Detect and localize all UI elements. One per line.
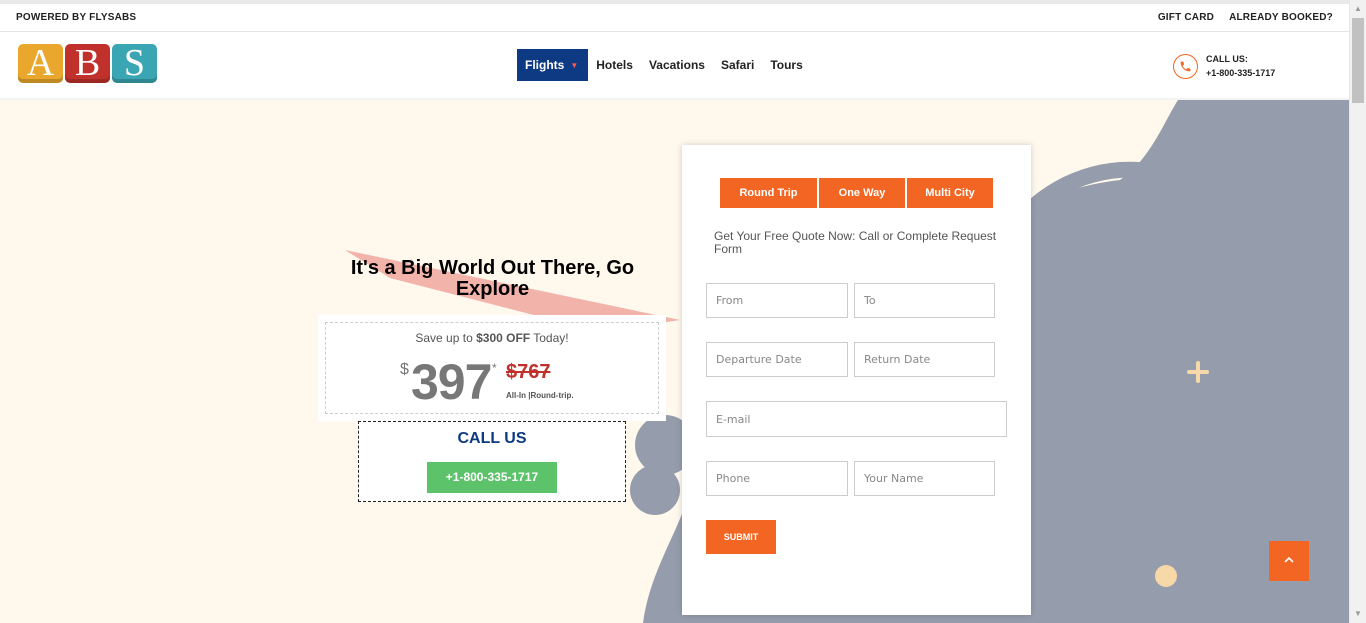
call-us-box: CALL US +1-800-335-1717 xyxy=(358,421,626,502)
abs-logo[interactable]: A B S xyxy=(18,44,157,83)
phone-input[interactable] xyxy=(706,461,848,496)
scrollbar-thumb[interactable] xyxy=(1352,18,1364,103)
save-text: Save up to $300 OFF Today! xyxy=(326,331,658,345)
logo-letter-s: S xyxy=(112,44,157,83)
call-us-title: CALL US xyxy=(457,430,527,447)
currency-symbol: $ xyxy=(400,361,409,378)
to-input[interactable] xyxy=(854,283,995,318)
call-us-label: CALL US: xyxy=(1206,54,1248,64)
caret-down-icon: ▼ xyxy=(570,60,579,70)
price-note: All-In |Round-trip. xyxy=(506,391,574,400)
site-header: A B S Flights ▼ Hotels Vacations Safari T… xyxy=(0,32,1349,100)
deal-box: Save up to $300 OFF Today! $ 397 * $767 … xyxy=(318,315,666,421)
header-call[interactable]: CALL US: +1-800-335-1717 xyxy=(1173,52,1275,80)
form-hint: Get Your Free Quote Now: Call or Complet… xyxy=(714,229,997,256)
logo-letter-a: A xyxy=(18,44,63,83)
nav-item-vacations[interactable]: Vacations xyxy=(641,49,713,81)
scroll-up-arrow-icon[interactable]: ▲ xyxy=(1350,2,1366,16)
page-scrollbar[interactable]: ▲ ▼ xyxy=(1349,0,1366,623)
phone-icon xyxy=(1173,53,1198,79)
back-to-top-button[interactable] xyxy=(1269,541,1309,581)
trip-type-tabs: Round Trip One Way Multi City xyxy=(720,178,993,208)
quote-form: Round Trip One Way Multi City Get Your F… xyxy=(682,145,1031,615)
nav-item-safari[interactable]: Safari xyxy=(713,49,762,81)
nav-item-tours[interactable]: Tours xyxy=(762,49,810,81)
departure-date-input[interactable] xyxy=(706,342,848,377)
submit-button[interactable]: SUBMIT xyxy=(706,520,776,554)
return-date-input[interactable] xyxy=(854,342,995,377)
tab-round-trip[interactable]: Round Trip xyxy=(720,178,817,208)
nav-item-label: Flights xyxy=(525,58,565,72)
save-prefix: Save up to xyxy=(415,331,477,345)
nav-item-flights[interactable]: Flights ▼ xyxy=(517,49,589,81)
tab-multi-city[interactable]: Multi City xyxy=(907,178,993,208)
hero-section: It's a Big World Out There, Go Explore S… xyxy=(0,100,1349,623)
hero-headline: It's a Big World Out There, Go Explore xyxy=(350,257,635,300)
already-booked-link[interactable]: ALREADY BOOKED? xyxy=(1229,12,1333,23)
call-us-number: +1-800-335-1717 xyxy=(1206,68,1276,78)
nav-item-hotels[interactable]: Hotels xyxy=(588,49,641,81)
powered-by-text: POWERED BY FLYSABS xyxy=(16,12,137,23)
tab-one-way[interactable]: One Way xyxy=(819,178,905,208)
save-suffix: Today! xyxy=(530,331,569,345)
logo-letter-b: B xyxy=(65,44,110,83)
old-price: $767 xyxy=(506,361,551,383)
gift-card-link[interactable]: GIFT CARD xyxy=(1158,12,1214,23)
main-nav: Flights ▼ Hotels Vacations Safari Tours xyxy=(517,49,811,81)
scroll-down-arrow-icon[interactable]: ▼ xyxy=(1350,607,1366,621)
top-links: GIFT CARD ALREADY BOOKED? xyxy=(1158,12,1333,23)
top-bar: POWERED BY FLYSABS GIFT CARD ALREADY BOO… xyxy=(0,0,1349,32)
chevron-up-icon xyxy=(1284,556,1294,563)
call-number-button[interactable]: +1-800-335-1717 xyxy=(427,462,557,493)
price-asterisk: * xyxy=(492,361,497,375)
deal-price: 397 xyxy=(411,354,492,410)
email-input[interactable] xyxy=(706,401,1007,437)
hero-background-shapes xyxy=(345,100,1349,623)
save-amount: $300 OFF xyxy=(476,331,531,345)
from-input[interactable] xyxy=(706,283,848,318)
name-input[interactable] xyxy=(854,461,995,496)
